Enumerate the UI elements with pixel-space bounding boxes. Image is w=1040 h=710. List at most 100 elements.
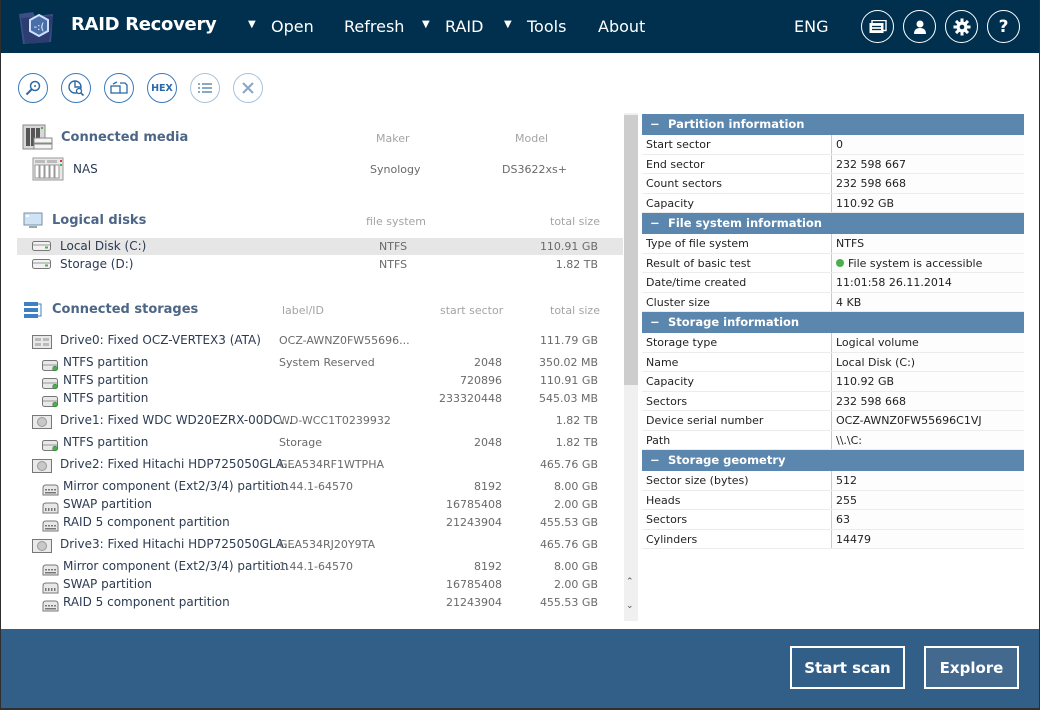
col-total-size: total size [550,215,600,228]
property-value-text: 232 598 668 [836,394,906,408]
partition-search-icon [68,80,85,97]
messages-button[interactable] [861,10,894,43]
property-value: 232 598 668 [832,174,1024,193]
property-key: Capacity [642,193,832,212]
ntfs-partition-icon [42,375,59,394]
help-button[interactable]: ? [987,10,1020,43]
tools-dropdown-icon[interactable]: ▼ [504,19,512,30]
search-button[interactable] [18,73,48,103]
settings-button[interactable] [945,10,978,43]
image-button[interactable] [104,73,134,103]
col-total-size: total size [550,304,600,317]
drive-name: Drive1: Fixed WDC WD20EZRX-00DC... [60,413,293,427]
hex-icon: HEX [151,82,173,94]
section-header[interactable]: − File system information [642,213,1024,234]
drive-size: 1.82 TB [555,414,598,427]
property-row: Start sector 0 [642,135,1024,155]
scrollbar-thumb[interactable] [624,115,638,385]
messages-icon [869,19,887,33]
partition-name: SWAP partition [63,497,153,511]
menu-refresh[interactable]: Refresh [344,17,404,36]
menu-open[interactable]: Open [271,17,314,36]
property-value-text: 63 [836,513,850,526]
property-value-text: 0 [836,138,843,151]
status-ok-icon [836,258,844,267]
section-header[interactable]: − Partition information [642,114,1024,135]
partition-name: Mirror component (Ext2/3/4) partition [63,479,289,493]
collapse-icon[interactable]: − [650,312,668,333]
drive-label: GEA534RJ20Y9TA [279,538,375,551]
section-header[interactable]: − Storage geometry [642,450,1024,471]
media-maker: Synology [370,163,421,176]
connected-storages-icon [24,302,42,318]
open-dropdown-icon[interactable]: ▼ [248,19,256,30]
property-key: Result of basic test [642,253,832,272]
toolbar: HEX [1,53,1039,113]
property-value-text: 14479 [836,532,871,546]
property-value: 110.92 GB [832,193,1024,212]
property-value-text: Local Disk (C:) [836,355,916,369]
property-key: Storage type [642,333,832,352]
menu-about[interactable]: About [598,17,645,36]
app-logo-icon: -:( [19,12,53,44]
search-icon [25,80,41,96]
collapse-icon[interactable]: − [650,450,668,471]
property-value-text: 232 598 667 [836,157,906,171]
property-row: Cluster size 4 KB [642,292,1024,312]
raid-partition-icon [42,561,59,580]
connected-media-icon [22,124,53,150]
property-value: 63 [832,510,1024,529]
connected-storages-title: Connected storages [52,302,199,317]
property-value-text: 4 KB [836,295,862,309]
disk-icon [32,241,51,251]
property-value-text: NTFS [836,237,865,250]
partition-label: 1.44.1-64570 [279,560,353,573]
partition-name: Mirror component (Ext2/3/4) partition [63,559,289,573]
property-value: \\.\C: [832,430,1024,449]
left-scrollbar[interactable]: ⌃ ⌄ [624,113,638,621]
section-title: Storage geometry [668,453,786,467]
nas-icon [32,157,64,181]
property-value-text: 11:01:58 26.11.2014 [836,276,952,289]
section-header[interactable]: − Storage information [642,312,1024,333]
property-value: 14479 [832,529,1024,548]
collapse-icon[interactable]: − [650,114,668,135]
partition-size: 110.91 GB [539,374,598,387]
partition-start-sector: 21243904 [446,516,502,529]
app-title: RAID Recovery [71,14,217,35]
raid-dropdown-icon[interactable]: ▼ [422,19,430,30]
property-row: Sectors 232 598 668 [642,391,1024,411]
list-button[interactable] [190,73,220,103]
collapse-icon[interactable]: − [650,213,668,234]
menu-tools[interactable]: Tools [527,17,566,36]
close-button[interactable] [233,73,263,103]
logical-disk-fs: NTFS [379,240,408,253]
start-scan-button[interactable]: Start scan [790,646,905,689]
property-row: Sectors 63 [642,510,1024,530]
col-label-id: label/ID [282,304,325,317]
scroll-up-icon[interactable]: ⌃ [626,577,634,587]
property-row: Storage type Logical volume [642,333,1024,353]
property-value: File system is accessible [832,253,1024,272]
language-selector[interactable]: ENG [794,17,828,36]
hex-button[interactable]: HEX [147,73,177,103]
partition-start-sector: 16785408 [446,498,502,511]
logical-disk-fs: NTFS [379,258,408,271]
property-value-text: 255 [836,493,857,507]
ntfs-partition-icon [42,357,59,376]
device-list-panel: Connected media Maker Model NAS Synology… [1,113,623,621]
logical-disks-icon [23,212,43,228]
partition-search-button[interactable] [61,73,91,103]
scroll-down-icon[interactable]: ⌄ [626,601,634,611]
property-row: Heads 255 [642,490,1024,510]
partition-size: 545.03 MB [538,392,598,405]
ntfs-partition-icon [42,437,59,456]
explore-button[interactable]: Explore [924,646,1019,689]
partition-name: NTFS partition [63,355,149,369]
property-value: 232 598 667 [832,154,1024,173]
property-key: Start sector [642,135,832,154]
partition-size: 350.02 MB [538,356,598,369]
user-button[interactable] [903,10,936,43]
menu-raid[interactable]: RAID [445,17,483,36]
partition-start-sector: 21243904 [446,596,502,609]
